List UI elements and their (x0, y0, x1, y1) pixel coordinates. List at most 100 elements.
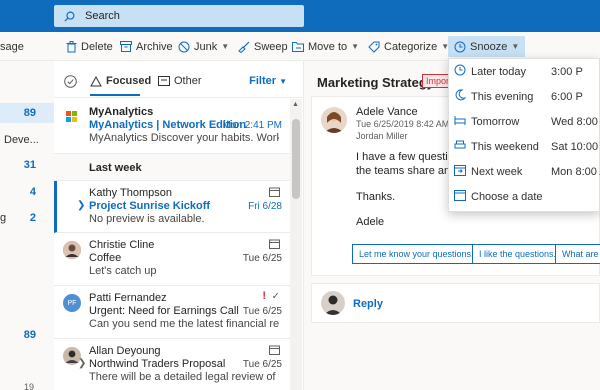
scroll-up-icon[interactable]: ▲ (292, 101, 299, 108)
folder-item[interactable]: g 2 (0, 208, 54, 228)
snooze-chevron-icon[interactable]: ▼ (511, 42, 519, 51)
tab-focused[interactable]: Focused (90, 75, 151, 87)
calendar-icon (269, 187, 280, 200)
clock-icon (454, 64, 466, 79)
move-to-label: Move to (308, 40, 348, 53)
search-placeholder: Search (85, 10, 120, 22)
snooze-option-label: Next week (471, 165, 523, 178)
email-signature: Adele (356, 216, 385, 228)
folder-item[interactable]: 89 (0, 103, 54, 123)
quick-reply-button[interactable]: Let me know your questions. (352, 244, 481, 264)
folder-item[interactable]: Deve... (0, 130, 54, 150)
microsoft-logo-icon (66, 111, 78, 123)
calendar-icon (454, 189, 466, 204)
expand-chevron-icon[interactable]: ❯ (77, 200, 85, 211)
message-preview: No preview is available. (89, 213, 205, 225)
focused-icon (90, 75, 102, 86)
clock-icon (454, 41, 466, 53)
tab-focused-label: Focused (106, 75, 152, 87)
tag-icon (368, 41, 380, 53)
inbox-tabs: Focused Other Filter ▼ (54, 61, 303, 98)
message-preview: Can you send me the latest financial res… (89, 318, 279, 330)
search-box[interactable]: Search (54, 5, 304, 27)
reply-button[interactable]: Reply (353, 298, 383, 310)
new-message-button[interactable]: sage (0, 38, 24, 55)
junk-chevron-icon[interactable]: ▼ (221, 42, 229, 51)
snooze-option-label: This weekend (471, 140, 539, 153)
other-icon (158, 76, 170, 86)
categorize-button[interactable]: Categorize ▼ (368, 38, 449, 55)
moon-icon (454, 89, 467, 104)
message-preview: Let's catch up (89, 265, 157, 277)
tab-other-label: Other (174, 75, 202, 87)
snooze-option-next-week[interactable]: Next week Mon 8:00 A (449, 159, 600, 184)
folder-item[interactable]: 19 (0, 377, 54, 390)
sweep-label: Sweep (254, 40, 288, 53)
delete-button[interactable]: Delete (66, 38, 113, 55)
sender-avatar[interactable] (321, 107, 347, 133)
scrollbar-thumb[interactable] (292, 119, 300, 199)
snooze-option-time: Sat 10:00 A (551, 140, 600, 153)
quick-reply-button[interactable]: I like the questions. (472, 244, 564, 264)
message-preview: MyAnalytics Discover your habits. Work s… (89, 132, 279, 144)
folder-move-icon (292, 41, 304, 52)
avatar: PF (63, 294, 81, 312)
message-item[interactable]: Kathy Thompson ❯ Project Sunrise Kickoff… (54, 181, 290, 233)
block-icon (178, 41, 190, 53)
junk-label: Junk (194, 40, 218, 53)
snooze-option-later-today[interactable]: Later today 3:00 P (449, 59, 600, 84)
snooze-option-time: Mon 8:00 A (551, 165, 600, 178)
delete-label: Delete (81, 40, 113, 53)
folder-item[interactable]: 31 (0, 155, 54, 175)
snooze-button[interactable]: Snooze ▼ (448, 36, 526, 57)
replied-check-icon: ✓ (271, 291, 280, 302)
snooze-option-tomorrow[interactable]: Tomorrow Wed 8:00 A (449, 109, 600, 134)
folder-label: Deve... (4, 134, 39, 146)
snooze-option-this-evening[interactable]: This evening 6:00 P (449, 84, 600, 109)
message-time: Tue 6/25 (242, 253, 282, 264)
snooze-label: Snooze (470, 40, 508, 53)
tab-other[interactable]: Other (158, 75, 202, 87)
message-preview: There will be a detailed legal review of… (89, 371, 279, 383)
move-to-button[interactable]: Move to ▼ (292, 38, 359, 55)
avatar (321, 291, 345, 315)
email-body-line: Thanks. (356, 191, 396, 203)
avatar (63, 241, 81, 259)
snooze-option-this-weekend[interactable]: This weekend Sat 10:00 A (449, 134, 600, 159)
email-from[interactable]: Adele Vance (356, 106, 418, 118)
snooze-option-label: Tomorrow (471, 115, 520, 128)
email-subject: Marketing Strategy (317, 75, 435, 90)
message-list-scrollbar[interactable]: ▲ (290, 99, 302, 390)
archive-label: Archive (136, 40, 173, 53)
archive-button[interactable]: Archive (120, 38, 173, 55)
snooze-option-choose-date[interactable]: Choose a date (449, 184, 600, 209)
message-item[interactable]: PF Patti Fernandez Urgent: Need for Earn… (54, 286, 290, 339)
message-sender: Christie Cline (89, 239, 155, 251)
folder-count: 2 (29, 212, 36, 224)
message-sender: Allan Deyoung (89, 345, 161, 357)
select-all-icon[interactable] (64, 75, 77, 91)
group-header[interactable]: Last week (54, 154, 290, 181)
folder-item[interactable]: 4 (0, 182, 54, 202)
categorize-label: Categorize (384, 40, 438, 53)
filter-button[interactable]: Filter ▼ (249, 75, 287, 87)
message-subject: Northwind Traders Proposal (89, 358, 226, 370)
junk-button[interactable]: Junk ▼ (178, 38, 229, 55)
importance-icon: ! (262, 290, 266, 302)
message-item[interactable]: Allan Deyoung ❯ Northwind Traders Propos… (54, 339, 290, 390)
snooze-menu: Later today 3:00 P This evening 6:00 P T… (448, 58, 600, 212)
calendar-icon (269, 239, 280, 252)
snooze-option-time: 3:00 P (551, 65, 583, 78)
quick-reply-button[interactable]: What are th (555, 244, 600, 264)
folder-item[interactable]: 89 (0, 325, 54, 345)
snooze-option-time: Wed 8:00 A (551, 115, 600, 128)
move-to-chevron-icon[interactable]: ▼ (351, 42, 359, 51)
message-item[interactable]: Christie Cline Coffee Tue 6/25 Let's cat… (54, 233, 290, 286)
reply-bar[interactable]: Reply (311, 283, 600, 323)
chevron-down-icon: ▼ (279, 77, 287, 86)
trash-icon (66, 40, 77, 53)
sweep-button[interactable]: Sweep (238, 38, 288, 55)
expand-chevron-icon[interactable]: ❯ (78, 358, 86, 369)
message-item[interactable]: MyAnalytics MyAnalytics | Network Editio… (54, 99, 290, 154)
email-to[interactable]: Jordan Miller (356, 131, 408, 141)
